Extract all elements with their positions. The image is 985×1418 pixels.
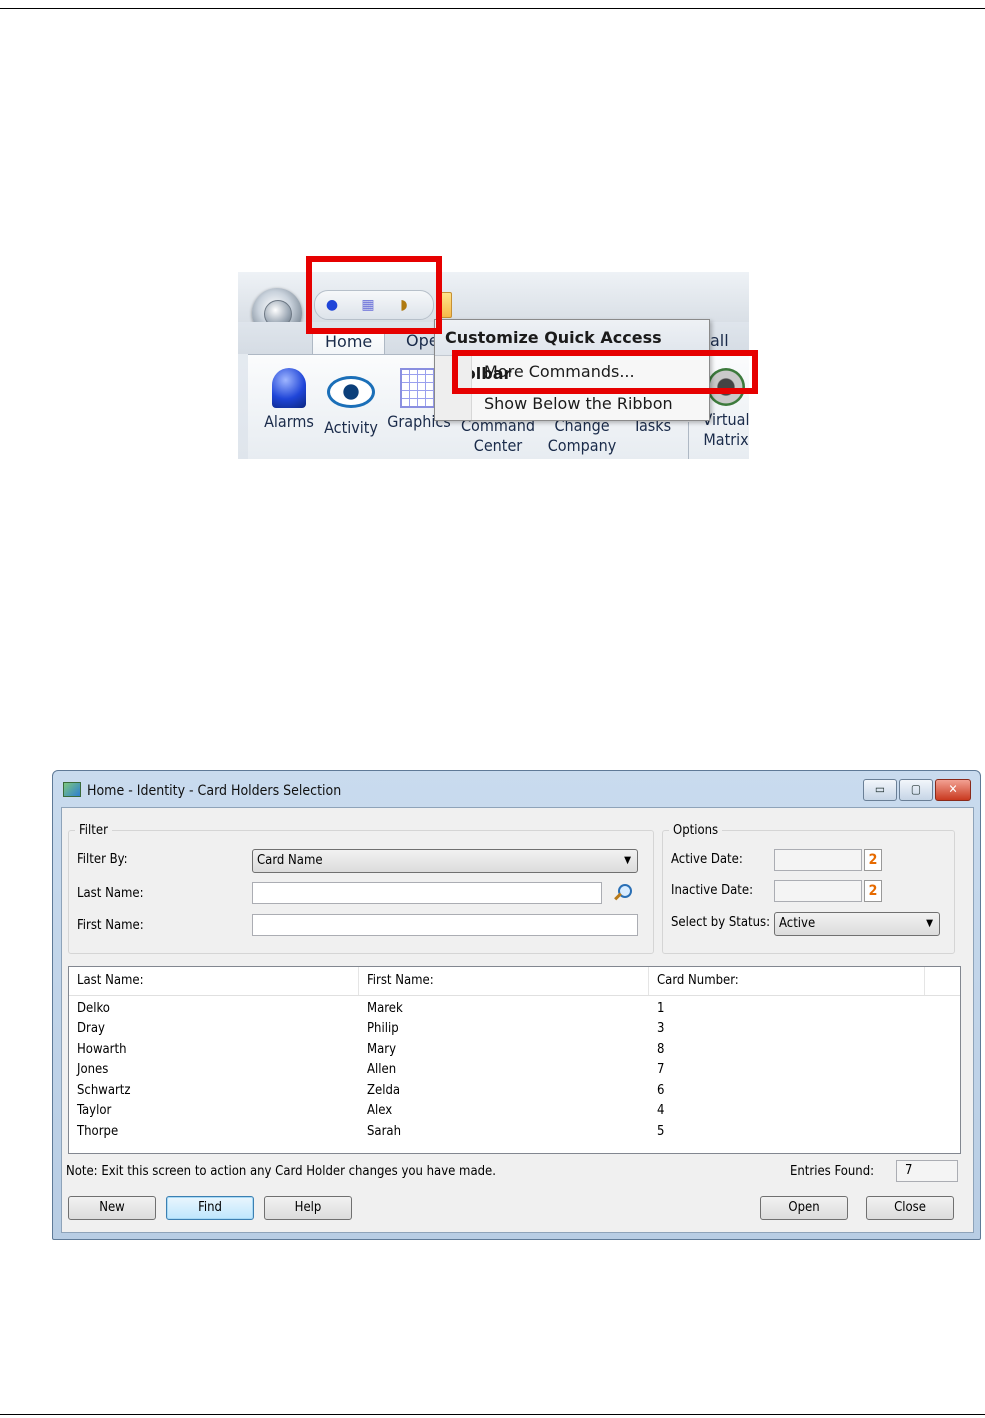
table-row[interactable]: Jones Allen 7	[69, 1060, 960, 1080]
new-button[interactable]: New	[68, 1196, 156, 1220]
cell-card-number: 7	[657, 1062, 665, 1077]
table-row[interactable]: Delko Marek 1	[69, 999, 960, 1019]
search-icon[interactable]	[612, 883, 632, 903]
close-window-button[interactable]: ✕	[935, 779, 971, 801]
activity-command[interactable]: Activity	[322, 368, 380, 438]
filter-by-value: Card Name	[257, 853, 323, 868]
status-value: Active	[779, 916, 816, 931]
card-holders-list[interactable]: Last Name: First Name: Card Number: Delk…	[68, 966, 961, 1154]
cell-first-name: Sarah	[367, 1124, 401, 1139]
open-button[interactable]: Open	[760, 1196, 848, 1220]
cell-card-number: 8	[657, 1042, 665, 1057]
dialog-client-area: Filter Filter By: Card Name ▼ Last Name:…	[61, 807, 974, 1233]
table-row[interactable]: Dray Philip 3	[69, 1019, 960, 1039]
chevron-down-icon: ▼	[926, 918, 933, 929]
cell-last-name: Howarth	[77, 1042, 127, 1057]
entries-found-value: 7	[896, 1160, 958, 1182]
cell-last-name: Schwartz	[77, 1083, 131, 1098]
alarms-command[interactable]: Alarms	[260, 368, 318, 432]
eye-icon	[327, 376, 375, 408]
inactive-date-label: Inactive Date:	[671, 883, 754, 898]
first-name-label: First Name:	[77, 918, 144, 933]
alarms-label: Alarms	[264, 412, 314, 431]
column-header-last-name[interactable]: Last Name:	[69, 967, 359, 995]
active-date-label: Active Date:	[671, 852, 743, 867]
inactive-date-input[interactable]	[774, 880, 862, 902]
status-label: Select by Status:	[671, 915, 771, 930]
options-legend: Options	[669, 823, 723, 838]
change-company-command[interactable]: Change Company	[542, 416, 622, 456]
cell-last-name: Taylor	[77, 1103, 112, 1118]
cell-first-name: Allen	[367, 1062, 397, 1077]
last-name-input[interactable]	[252, 882, 602, 904]
top-page-rule	[0, 8, 985, 9]
window-title-text: Home - Identity - Card Holders Selection	[87, 783, 342, 799]
cell-card-number: 5	[657, 1124, 665, 1139]
column-header-card-number[interactable]: Card Number:	[649, 967, 925, 995]
app-icon	[63, 782, 81, 797]
close-button[interactable]: Close	[866, 1196, 954, 1220]
last-name-label: Last Name:	[77, 886, 144, 901]
cell-card-number: 3	[657, 1021, 665, 1036]
cell-last-name: Dray	[77, 1021, 105, 1036]
cell-card-number: 6	[657, 1083, 665, 1098]
alarm-icon	[272, 368, 306, 408]
ribbon-group-separator	[688, 422, 689, 459]
graphics-icon	[400, 368, 438, 408]
cell-last-name: Thorpe	[77, 1124, 119, 1139]
cell-first-name: Zelda	[367, 1083, 401, 1098]
cell-last-name: Delko	[77, 1001, 110, 1016]
filter-by-select[interactable]: Card Name ▼	[252, 849, 638, 873]
cell-card-number: 4	[657, 1103, 665, 1118]
maximize-button[interactable]: ▢	[899, 779, 933, 801]
note-text: Note: Exit this screen to action any Car…	[66, 1164, 496, 1179]
table-row[interactable]: Howarth Mary 8	[69, 1040, 960, 1060]
change-company-label: Change Company	[547, 416, 617, 455]
cell-card-number: 1	[657, 1001, 665, 1016]
filter-by-label: Filter By:	[77, 852, 128, 867]
cell-first-name: Alex	[367, 1103, 393, 1118]
window-title: Home - Identity - Card Holders Selection	[63, 777, 341, 805]
calendar-icon[interactable]: 2	[864, 880, 882, 902]
column-header-first-name[interactable]: First Name:	[359, 967, 649, 995]
command-center-label: Command Center	[461, 416, 535, 455]
bottom-page-rule	[0, 1414, 985, 1415]
help-button[interactable]: Help	[264, 1196, 352, 1220]
chevron-down-icon: ▼	[624, 855, 631, 866]
filter-legend: Filter	[75, 823, 112, 838]
minimize-button[interactable]: ▭	[863, 779, 897, 801]
command-center-command[interactable]: Command Center	[458, 416, 538, 456]
card-holders-selection-window: Home - Identity - Card Holders Selection…	[52, 770, 981, 1240]
table-row[interactable]: Taylor Alex 4	[69, 1101, 960, 1121]
list-header: Last Name: First Name: Card Number:	[69, 967, 960, 996]
calendar-icon[interactable]: 2	[864, 849, 882, 871]
table-row[interactable]: Thorpe Sarah 5	[69, 1122, 960, 1142]
cell-last-name: Jones	[77, 1062, 109, 1077]
activity-label: Activity	[324, 418, 378, 437]
table-row[interactable]: Schwartz Zelda 6	[69, 1081, 960, 1101]
find-button[interactable]: Find	[166, 1196, 254, 1220]
cell-first-name: Philip	[367, 1021, 399, 1036]
status-select[interactable]: Active ▼	[774, 912, 940, 936]
cell-first-name: Marek	[367, 1001, 403, 1016]
first-name-input[interactable]	[252, 914, 638, 936]
entries-found-label: Entries Found:	[790, 1164, 875, 1179]
cell-first-name: Mary	[367, 1042, 396, 1057]
more-commands-highlight-box	[452, 350, 758, 394]
qat-highlight-box	[306, 256, 442, 334]
active-date-input[interactable]	[774, 849, 862, 871]
